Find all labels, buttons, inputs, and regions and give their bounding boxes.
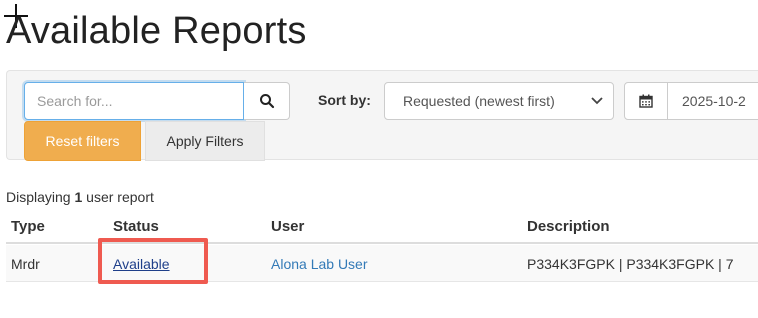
cell-type: Mrdr bbox=[11, 256, 40, 272]
results-count-number: 1 bbox=[74, 189, 83, 205]
sort-select[interactable]: Requested (newest first) bbox=[384, 82, 614, 120]
calendar-button[interactable] bbox=[624, 82, 668, 120]
chevron-down-icon bbox=[591, 94, 603, 108]
column-header-user[interactable]: User bbox=[271, 218, 304, 235]
date-input[interactable] bbox=[668, 82, 758, 120]
calendar-icon bbox=[639, 94, 653, 108]
apply-filters-button[interactable]: Apply Filters bbox=[145, 121, 265, 161]
results-count-prefix: Displaying bbox=[6, 189, 71, 205]
search-input[interactable] bbox=[24, 82, 244, 120]
search-button[interactable] bbox=[244, 82, 290, 120]
highlight-box bbox=[98, 238, 208, 284]
results-count-suffix: user report bbox=[86, 189, 154, 205]
column-header-type[interactable]: Type bbox=[11, 218, 45, 235]
column-header-description[interactable]: Description bbox=[527, 218, 610, 235]
cell-user-link[interactable]: Alona Lab User bbox=[271, 256, 368, 272]
reset-filters-button[interactable]: Reset filters bbox=[24, 121, 141, 161]
sort-select-value: Requested (newest first) bbox=[403, 93, 555, 109]
search-icon bbox=[259, 94, 274, 109]
sort-label: Sort by: bbox=[318, 92, 371, 108]
cell-description: P334K3FGPK | P334K3FGPK | 7 bbox=[527, 256, 734, 272]
page-title: Available Reports bbox=[6, 10, 307, 52]
column-header-status[interactable]: Status bbox=[113, 218, 159, 235]
results-count: Displaying 1 user report bbox=[6, 189, 154, 205]
